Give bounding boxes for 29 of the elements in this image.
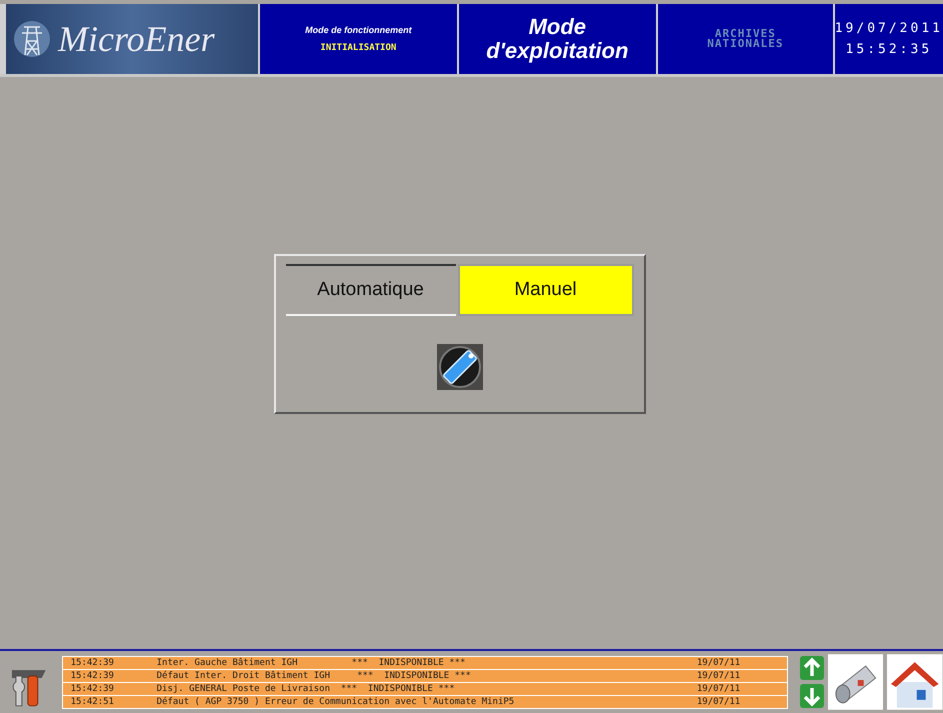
- alarm-date: 19/07/11: [696, 670, 742, 680]
- alarm-message: Disj. GENERAL Poste de Livraison *** INDISPONIBLE ***: [156, 684, 456, 694]
- home-icon[interactable]: [887, 654, 943, 710]
- scroll-down-button[interactable]: [800, 684, 824, 708]
- alarm-date: 19/07/11: [696, 684, 742, 694]
- mode-value: INITIALISATION: [320, 43, 396, 53]
- alarm-time: 15:42:39: [70, 670, 115, 680]
- page-title: Mode: [528, 15, 586, 39]
- mode-option-button[interactable]: Automatique: [286, 264, 456, 316]
- alarm-time: 15:42:51: [70, 696, 115, 706]
- date-text: 19/07/2011: [834, 21, 943, 36]
- alarm-date: 19/07/11: [696, 658, 742, 668]
- logo-text: MicroEner: [58, 18, 215, 60]
- scroll-up-button[interactable]: [800, 656, 824, 680]
- alarm-time: 15:42:39: [70, 684, 115, 694]
- newspaper-roll-icon[interactable]: [828, 654, 884, 710]
- mode-label: Mode de fonctionnement: [305, 25, 412, 35]
- time-text: 15:52:35: [846, 42, 932, 57]
- archives-logo-text: ARCHIVES: [714, 29, 776, 39]
- alarm-message: Défaut ( AGP 3750 ) Erreur de Communication avec l'Automate MiniP5: [156, 696, 516, 706]
- page-title: d'exploitation: [486, 39, 628, 63]
- alarm-message: Inter. Gauche Bâtiment IGH *** INDISPONIBLE ***: [156, 658, 466, 668]
- alarm-time: 15:42:39: [70, 658, 115, 668]
- alarm-date: 19/07/11: [696, 696, 742, 706]
- alarm-message: Défaut Inter. Droit Bâtiment IGH *** INDISPONIBLE ***: [156, 670, 472, 680]
- selector-switch-icon[interactable]: [436, 344, 482, 390]
- mode-option-button[interactable]: Manuel: [458, 264, 634, 316]
- pylon-icon: [14, 19, 50, 59]
- archives-logo-text: NATIONALES: [707, 39, 784, 49]
